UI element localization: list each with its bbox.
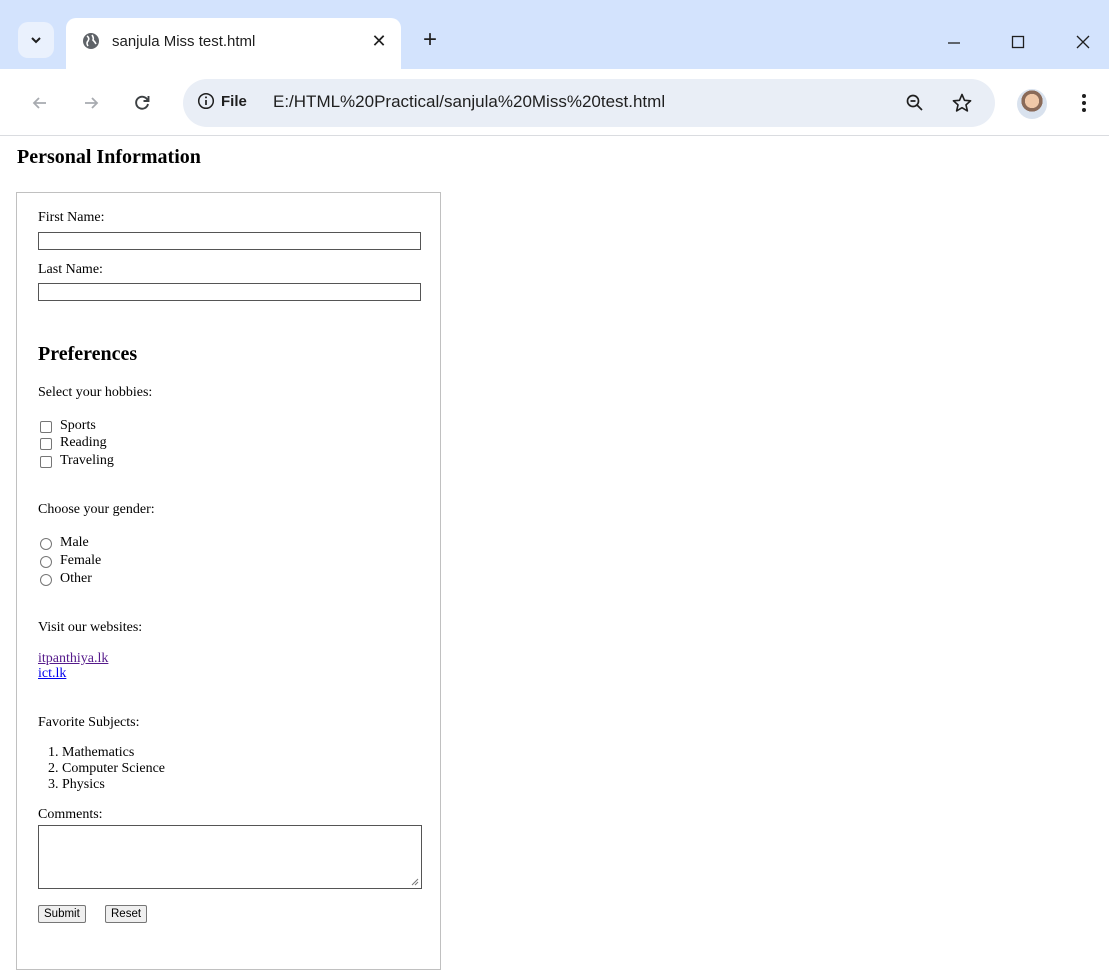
url-text[interactable]: E:/HTML%20Practical/sanjula%20Miss%20tes… [273, 92, 665, 112]
reading-label: Reading [60, 435, 107, 450]
browser-toolbar: File E:/HTML%20Practical/sanjula%20Miss%… [0, 69, 1109, 136]
new-tab-button[interactable]: + [416, 26, 444, 54]
dot-icon [1082, 101, 1086, 105]
hobbies-prompt: Select your hobbies: [38, 385, 153, 400]
traveling-label: Traveling [60, 453, 114, 468]
first-name-label: First Name: [38, 210, 105, 225]
tab-title: sanjula Miss test.html [112, 33, 256, 50]
forward-button[interactable] [77, 89, 105, 117]
star-icon [952, 93, 972, 112]
site-info-chip[interactable]: File [197, 92, 247, 110]
reload-button[interactable] [128, 89, 156, 117]
bookmark-button[interactable] [950, 91, 974, 115]
preferences-heading: Preferences [38, 343, 138, 365]
male-label: Male [60, 535, 89, 550]
tab-search-button[interactable] [18, 22, 54, 58]
back-arrow-icon [32, 97, 46, 109]
close-window-button[interactable] [1060, 22, 1106, 62]
dot-icon [1082, 94, 1086, 98]
last-name-label: Last Name: [38, 262, 103, 277]
traveling-checkbox[interactable] [40, 456, 52, 468]
website-link[interactable]: ict.lk [38, 666, 66, 682]
website-link[interactable]: itpanthiya.lk [38, 651, 108, 667]
reset-button[interactable]: Reset [105, 905, 148, 923]
active-tab[interactable]: sanjula Miss test.html ✕ [66, 18, 401, 69]
male-radio[interactable] [40, 538, 52, 550]
other-radio[interactable] [40, 574, 52, 586]
site-info-label: File [221, 92, 247, 110]
page-content: Personal Information First Name: Last Na… [0, 136, 1109, 971]
personal-info-fieldset: First Name: Last Name: Preferences Selec… [16, 192, 441, 970]
list-item: 1. Mathematics [48, 745, 135, 760]
profile-avatar[interactable] [1017, 89, 1047, 119]
forward-arrow-icon [85, 97, 99, 109]
submit-button[interactable]: Submit [38, 905, 86, 923]
zoom-button[interactable] [903, 91, 927, 115]
other-label: Other [60, 571, 92, 586]
globe-icon [83, 33, 99, 49]
comments-label: Comments: [38, 807, 103, 822]
reload-icon [135, 95, 150, 110]
list-item: 2. Computer Science [48, 761, 166, 776]
zoom-out-icon [906, 94, 923, 111]
page-heading: Personal Information [17, 146, 201, 168]
close-icon [1076, 35, 1090, 49]
comments-textarea[interactable] [38, 825, 422, 889]
tab-strip: sanjula Miss test.html ✕ + [0, 0, 1109, 69]
info-icon [197, 92, 215, 110]
browser-menu-button[interactable] [1072, 89, 1096, 117]
subjects-prompt: Favorite Subjects: [38, 715, 140, 730]
reading-checkbox[interactable] [40, 438, 52, 450]
minimize-icon [948, 42, 960, 44]
last-name-input[interactable] [38, 283, 421, 301]
websites-prompt: Visit our websites: [38, 620, 143, 635]
dot-icon [1082, 108, 1086, 112]
minimize-button[interactable] [931, 22, 977, 62]
resize-grip-icon[interactable] [410, 877, 419, 886]
close-tab-icon[interactable]: ✕ [366, 28, 392, 54]
maximize-icon [1011, 35, 1025, 49]
sports-label: Sports [60, 418, 96, 433]
sports-checkbox[interactable] [40, 421, 52, 433]
first-name-input[interactable] [38, 232, 421, 250]
address-bar[interactable]: File E:/HTML%20Practical/sanjula%20Miss%… [183, 79, 995, 127]
list-item: 3. Physics [48, 777, 105, 792]
female-radio[interactable] [40, 556, 52, 568]
maximize-button[interactable] [995, 22, 1041, 62]
chevron-down-icon [31, 37, 41, 44]
female-label: Female [60, 553, 102, 568]
back-button[interactable] [26, 89, 54, 117]
gender-prompt: Choose your gender: [38, 502, 155, 517]
